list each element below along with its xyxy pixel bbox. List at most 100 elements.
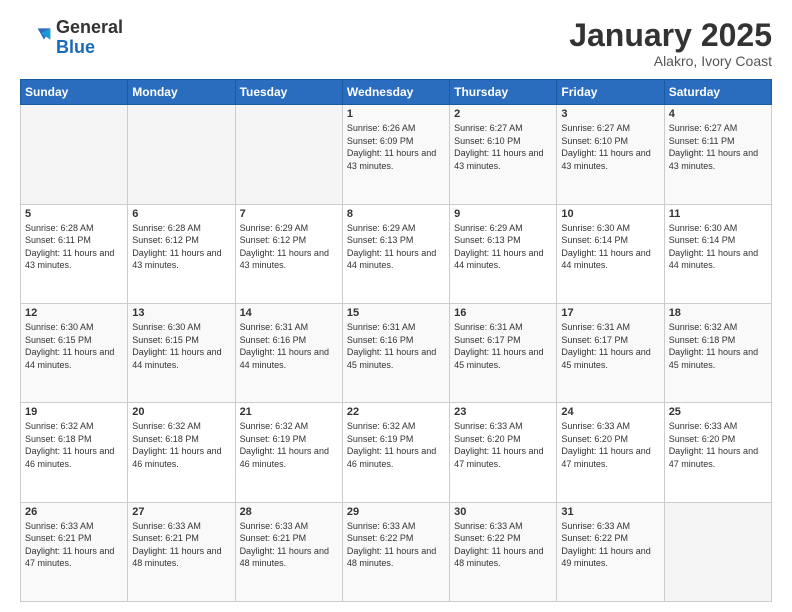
calendar-cell: 24 Sunrise: 6:33 AM Sunset: 6:20 PM Dayli…	[557, 403, 664, 502]
day-number: 25	[669, 406, 767, 418]
calendar-cell: 20Sunrise: 6:32 AM Sunset: 6:18 PM Dayli…	[128, 403, 235, 502]
weekday-header-friday: Friday	[557, 80, 664, 105]
day-info: Sunrise: 6:28 AM Sunset: 6:12 PM Dayligh…	[132, 222, 230, 272]
calendar-cell: 2 Sunrise: 6:27 AM Sunset: 6:10 PM Daylig…	[450, 105, 557, 204]
day-number: 28	[240, 506, 338, 518]
calendar-cell: 3 Sunrise: 6:27 AM Sunset: 6:10 PM Daylig…	[557, 105, 664, 204]
calendar-cell: 5 Sunrise: 6:28 AM Sunset: 6:11 PM Daylig…	[21, 204, 128, 303]
day-number: 4	[669, 108, 767, 120]
day-info: Sunrise: 6:33 AM Sunset: 6:21 PM Dayligh…	[25, 520, 123, 570]
day-info: Sunrise: 6:31 AM Sunset: 6:16 PM Dayligh…	[240, 321, 338, 371]
calendar-cell: 13 Sunrise: 6:30 AM Sunset: 6:15 PM Dayli…	[128, 303, 235, 402]
calendar-cell: 28Sunrise: 6:33 AM Sunset: 6:21 PM Dayli…	[235, 502, 342, 601]
day-info: Sunrise: 6:27 AM Sunset: 6:10 PM Dayligh…	[561, 122, 659, 172]
day-number: 6	[132, 208, 230, 220]
day-number: 15	[347, 307, 445, 319]
calendar-body: 1Sunrise: 6:26 AM Sunset: 6:09 PM Daylig…	[21, 105, 772, 602]
week-row-2: 5 Sunrise: 6:28 AM Sunset: 6:11 PM Daylig…	[21, 204, 772, 303]
day-info: Sunrise: 6:33 AM Sunset: 6:21 PM Dayligh…	[132, 520, 230, 570]
weekday-header-saturday: Saturday	[664, 80, 771, 105]
calendar-cell	[664, 502, 771, 601]
day-number: 21	[240, 406, 338, 418]
day-number: 2	[454, 108, 552, 120]
calendar-cell: 22 Sunrise: 6:32 AM Sunset: 6:19 PM Dayli…	[342, 403, 449, 502]
calendar-cell: 11Sunrise: 6:30 AM Sunset: 6:14 PM Dayli…	[664, 204, 771, 303]
calendar-cell: 19 Sunrise: 6:32 AM Sunset: 6:18 PM Dayli…	[21, 403, 128, 502]
logo-blue: Blue	[56, 38, 123, 58]
day-number: 13	[132, 307, 230, 319]
day-number: 20	[132, 406, 230, 418]
day-info: Sunrise: 6:26 AM Sunset: 6:09 PM Dayligh…	[347, 122, 445, 172]
day-info: Sunrise: 6:33 AM Sunset: 6:20 PM Dayligh…	[669, 420, 767, 470]
calendar-cell: 26 Sunrise: 6:33 AM Sunset: 6:21 PM Dayli…	[21, 502, 128, 601]
day-number: 8	[347, 208, 445, 220]
generalblue-icon	[20, 22, 52, 54]
weekday-header-thursday: Thursday	[450, 80, 557, 105]
calendar-cell: 15 Sunrise: 6:31 AM Sunset: 6:16 PM Dayli…	[342, 303, 449, 402]
day-number: 22	[347, 406, 445, 418]
day-info: Sunrise: 6:30 AM Sunset: 6:14 PM Dayligh…	[561, 222, 659, 272]
day-info: Sunrise: 6:31 AM Sunset: 6:17 PM Dayligh…	[454, 321, 552, 371]
day-info: Sunrise: 6:33 AM Sunset: 6:22 PM Dayligh…	[561, 520, 659, 570]
day-info: Sunrise: 6:30 AM Sunset: 6:15 PM Dayligh…	[132, 321, 230, 371]
day-number: 23	[454, 406, 552, 418]
day-info: Sunrise: 6:27 AM Sunset: 6:10 PM Dayligh…	[454, 122, 552, 172]
calendar-cell: 31 Sunrise: 6:33 AM Sunset: 6:22 PM Dayli…	[557, 502, 664, 601]
calendar-cell: 4Sunrise: 6:27 AM Sunset: 6:11 PM Daylig…	[664, 105, 771, 204]
weekday-header-monday: Monday	[128, 80, 235, 105]
calendar-cell: 21Sunrise: 6:32 AM Sunset: 6:19 PM Dayli…	[235, 403, 342, 502]
weekday-header-tuesday: Tuesday	[235, 80, 342, 105]
day-info: Sunrise: 6:33 AM Sunset: 6:20 PM Dayligh…	[561, 420, 659, 470]
day-info: Sunrise: 6:33 AM Sunset: 6:22 PM Dayligh…	[454, 520, 552, 570]
weekday-header-sunday: Sunday	[21, 80, 128, 105]
calendar-cell: 27 Sunrise: 6:33 AM Sunset: 6:21 PM Dayli…	[128, 502, 235, 601]
day-number: 18	[669, 307, 767, 319]
day-number: 27	[132, 506, 230, 518]
day-info: Sunrise: 6:33 AM Sunset: 6:22 PM Dayligh…	[347, 520, 445, 570]
day-info: Sunrise: 6:30 AM Sunset: 6:15 PM Dayligh…	[25, 321, 123, 371]
day-number: 3	[561, 108, 659, 120]
calendar-header: SundayMondayTuesdayWednesdayThursdayFrid…	[21, 80, 772, 105]
calendar-cell: 6 Sunrise: 6:28 AM Sunset: 6:12 PM Daylig…	[128, 204, 235, 303]
logo-general: General	[56, 18, 123, 38]
week-row-4: 19 Sunrise: 6:32 AM Sunset: 6:18 PM Dayli…	[21, 403, 772, 502]
day-info: Sunrise: 6:33 AM Sunset: 6:20 PM Dayligh…	[454, 420, 552, 470]
calendar-cell: 14Sunrise: 6:31 AM Sunset: 6:16 PM Dayli…	[235, 303, 342, 402]
day-number: 5	[25, 208, 123, 220]
calendar-cell: 1Sunrise: 6:26 AM Sunset: 6:09 PM Daylig…	[342, 105, 449, 204]
header: General Blue January 2025 Alakro, Ivory …	[20, 18, 772, 69]
day-info: Sunrise: 6:28 AM Sunset: 6:11 PM Dayligh…	[25, 222, 123, 272]
day-info: Sunrise: 6:32 AM Sunset: 6:18 PM Dayligh…	[669, 321, 767, 371]
weekday-header-wednesday: Wednesday	[342, 80, 449, 105]
calendar-cell: 7Sunrise: 6:29 AM Sunset: 6:12 PM Daylig…	[235, 204, 342, 303]
week-row-3: 12 Sunrise: 6:30 AM Sunset: 6:15 PM Dayli…	[21, 303, 772, 402]
calendar-cell: 18 Sunrise: 6:32 AM Sunset: 6:18 PM Dayli…	[664, 303, 771, 402]
day-number: 19	[25, 406, 123, 418]
day-number: 11	[669, 208, 767, 220]
calendar-cell	[128, 105, 235, 204]
calendar-cell: 10Sunrise: 6:30 AM Sunset: 6:14 PM Dayli…	[557, 204, 664, 303]
week-row-1: 1Sunrise: 6:26 AM Sunset: 6:09 PM Daylig…	[21, 105, 772, 204]
calendar-cell: 25 Sunrise: 6:33 AM Sunset: 6:20 PM Dayli…	[664, 403, 771, 502]
month-title: January 2025	[569, 18, 772, 53]
day-number: 9	[454, 208, 552, 220]
day-number: 12	[25, 307, 123, 319]
day-info: Sunrise: 6:31 AM Sunset: 6:17 PM Dayligh…	[561, 321, 659, 371]
page: General Blue January 2025 Alakro, Ivory …	[0, 0, 792, 612]
day-number: 31	[561, 506, 659, 518]
day-info: Sunrise: 6:32 AM Sunset: 6:19 PM Dayligh…	[347, 420, 445, 470]
calendar-cell: 30Sunrise: 6:33 AM Sunset: 6:22 PM Dayli…	[450, 502, 557, 601]
calendar: SundayMondayTuesdayWednesdayThursdayFrid…	[20, 79, 772, 602]
calendar-cell: 17Sunrise: 6:31 AM Sunset: 6:17 PM Dayli…	[557, 303, 664, 402]
day-info: Sunrise: 6:29 AM Sunset: 6:13 PM Dayligh…	[454, 222, 552, 272]
calendar-cell: 16Sunrise: 6:31 AM Sunset: 6:17 PM Dayli…	[450, 303, 557, 402]
day-number: 26	[25, 506, 123, 518]
logo: General Blue	[20, 18, 123, 58]
day-number: 24	[561, 406, 659, 418]
day-info: Sunrise: 6:32 AM Sunset: 6:18 PM Dayligh…	[25, 420, 123, 470]
calendar-cell	[235, 105, 342, 204]
title-section: January 2025 Alakro, Ivory Coast	[569, 18, 772, 69]
day-number: 7	[240, 208, 338, 220]
calendar-cell	[21, 105, 128, 204]
day-info: Sunrise: 6:31 AM Sunset: 6:16 PM Dayligh…	[347, 321, 445, 371]
